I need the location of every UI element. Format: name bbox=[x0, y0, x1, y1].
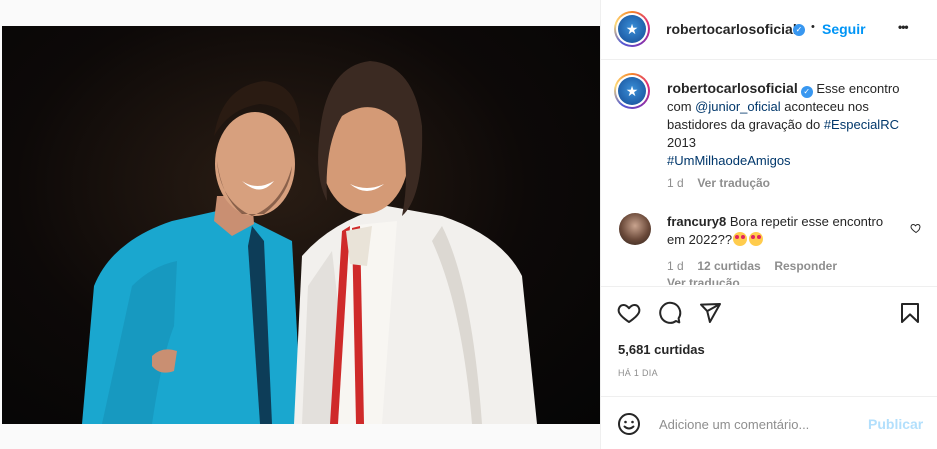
left-face bbox=[215, 112, 295, 216]
author-avatar[interactable]: ★ bbox=[614, 11, 650, 47]
author-username[interactable]: robertocarlosoficial bbox=[666, 21, 797, 37]
header-separator: • bbox=[811, 21, 815, 33]
divider bbox=[601, 286, 937, 287]
hashtag-especialrc[interactable]: #EspecialRC bbox=[824, 117, 899, 132]
bookmark-icon[interactable] bbox=[898, 301, 922, 325]
post-caption: robertocarlosoficial ✓ Esse encontro com … bbox=[667, 79, 922, 170]
publish-button[interactable]: Publicar bbox=[868, 416, 923, 432]
star-icon: ★ bbox=[618, 77, 646, 105]
comment-input[interactable] bbox=[657, 416, 861, 433]
hashtag-ummilhaodeamigos[interactable]: #UmMilhaodeAmigos bbox=[667, 153, 791, 168]
caption-meta: 1 d Ver tradução bbox=[667, 175, 770, 190]
instagram-post-view: ★ robertocarlosoficial ✓ • Seguir ••• ★ … bbox=[0, 0, 937, 449]
star-struck-emoji-icon bbox=[749, 232, 764, 246]
share-icon[interactable] bbox=[698, 301, 722, 325]
posted-time[interactable]: HÁ 1 DIA bbox=[618, 368, 658, 378]
verified-icon: ✓ bbox=[800, 86, 813, 98]
follow-button[interactable]: Seguir bbox=[822, 21, 866, 37]
heart-icon[interactable] bbox=[617, 301, 641, 325]
commenter-avatar[interactable] bbox=[619, 213, 651, 245]
comment-icon[interactable] bbox=[658, 301, 682, 325]
post-header: ★ robertocarlosoficial ✓ • Seguir ••• bbox=[601, 0, 937, 60]
comment-time[interactable]: 1 d bbox=[667, 259, 684, 273]
comment-like-heart-icon[interactable] bbox=[910, 222, 922, 234]
star-struck-emoji-icon bbox=[733, 232, 748, 246]
mention-link[interactable]: @junior_oficial bbox=[695, 99, 780, 114]
emoji-icon[interactable] bbox=[617, 412, 641, 436]
post-side-panel: ★ robertocarlosoficial ✓ • Seguir ••• ★ … bbox=[600, 0, 937, 449]
caption-time[interactable]: 1 d bbox=[667, 176, 684, 190]
comment-translate-clip: Ver tradução bbox=[667, 275, 740, 285]
caption-author-avatar[interactable]: ★ bbox=[614, 73, 650, 109]
caption-text-3: 2013 bbox=[667, 135, 696, 150]
comment-likes[interactable]: 12 curtidas bbox=[697, 259, 760, 273]
more-icon[interactable]: ••• bbox=[898, 20, 909, 34]
comment-reply-button[interactable]: Responder bbox=[774, 259, 837, 273]
comment-author[interactable]: francury8 bbox=[667, 214, 726, 229]
comment-item: francury8 Bora repetir esse encontro em … bbox=[667, 213, 892, 249]
photo-illustration bbox=[82, 61, 537, 424]
caption-author[interactable]: robertocarlosoficial bbox=[667, 80, 798, 96]
star-icon: ★ bbox=[618, 15, 646, 43]
comment-meta: 1 d 12 curtidas Responder bbox=[667, 258, 837, 273]
comment-translate-link[interactable]: Ver tradução bbox=[667, 276, 740, 285]
caption-translate-link[interactable]: Ver tradução bbox=[697, 176, 770, 190]
divider bbox=[601, 396, 937, 397]
verified-icon: ✓ bbox=[793, 24, 805, 36]
post-photo[interactable] bbox=[2, 26, 600, 424]
likes-count[interactable]: 5,681 curtidas bbox=[618, 342, 705, 357]
